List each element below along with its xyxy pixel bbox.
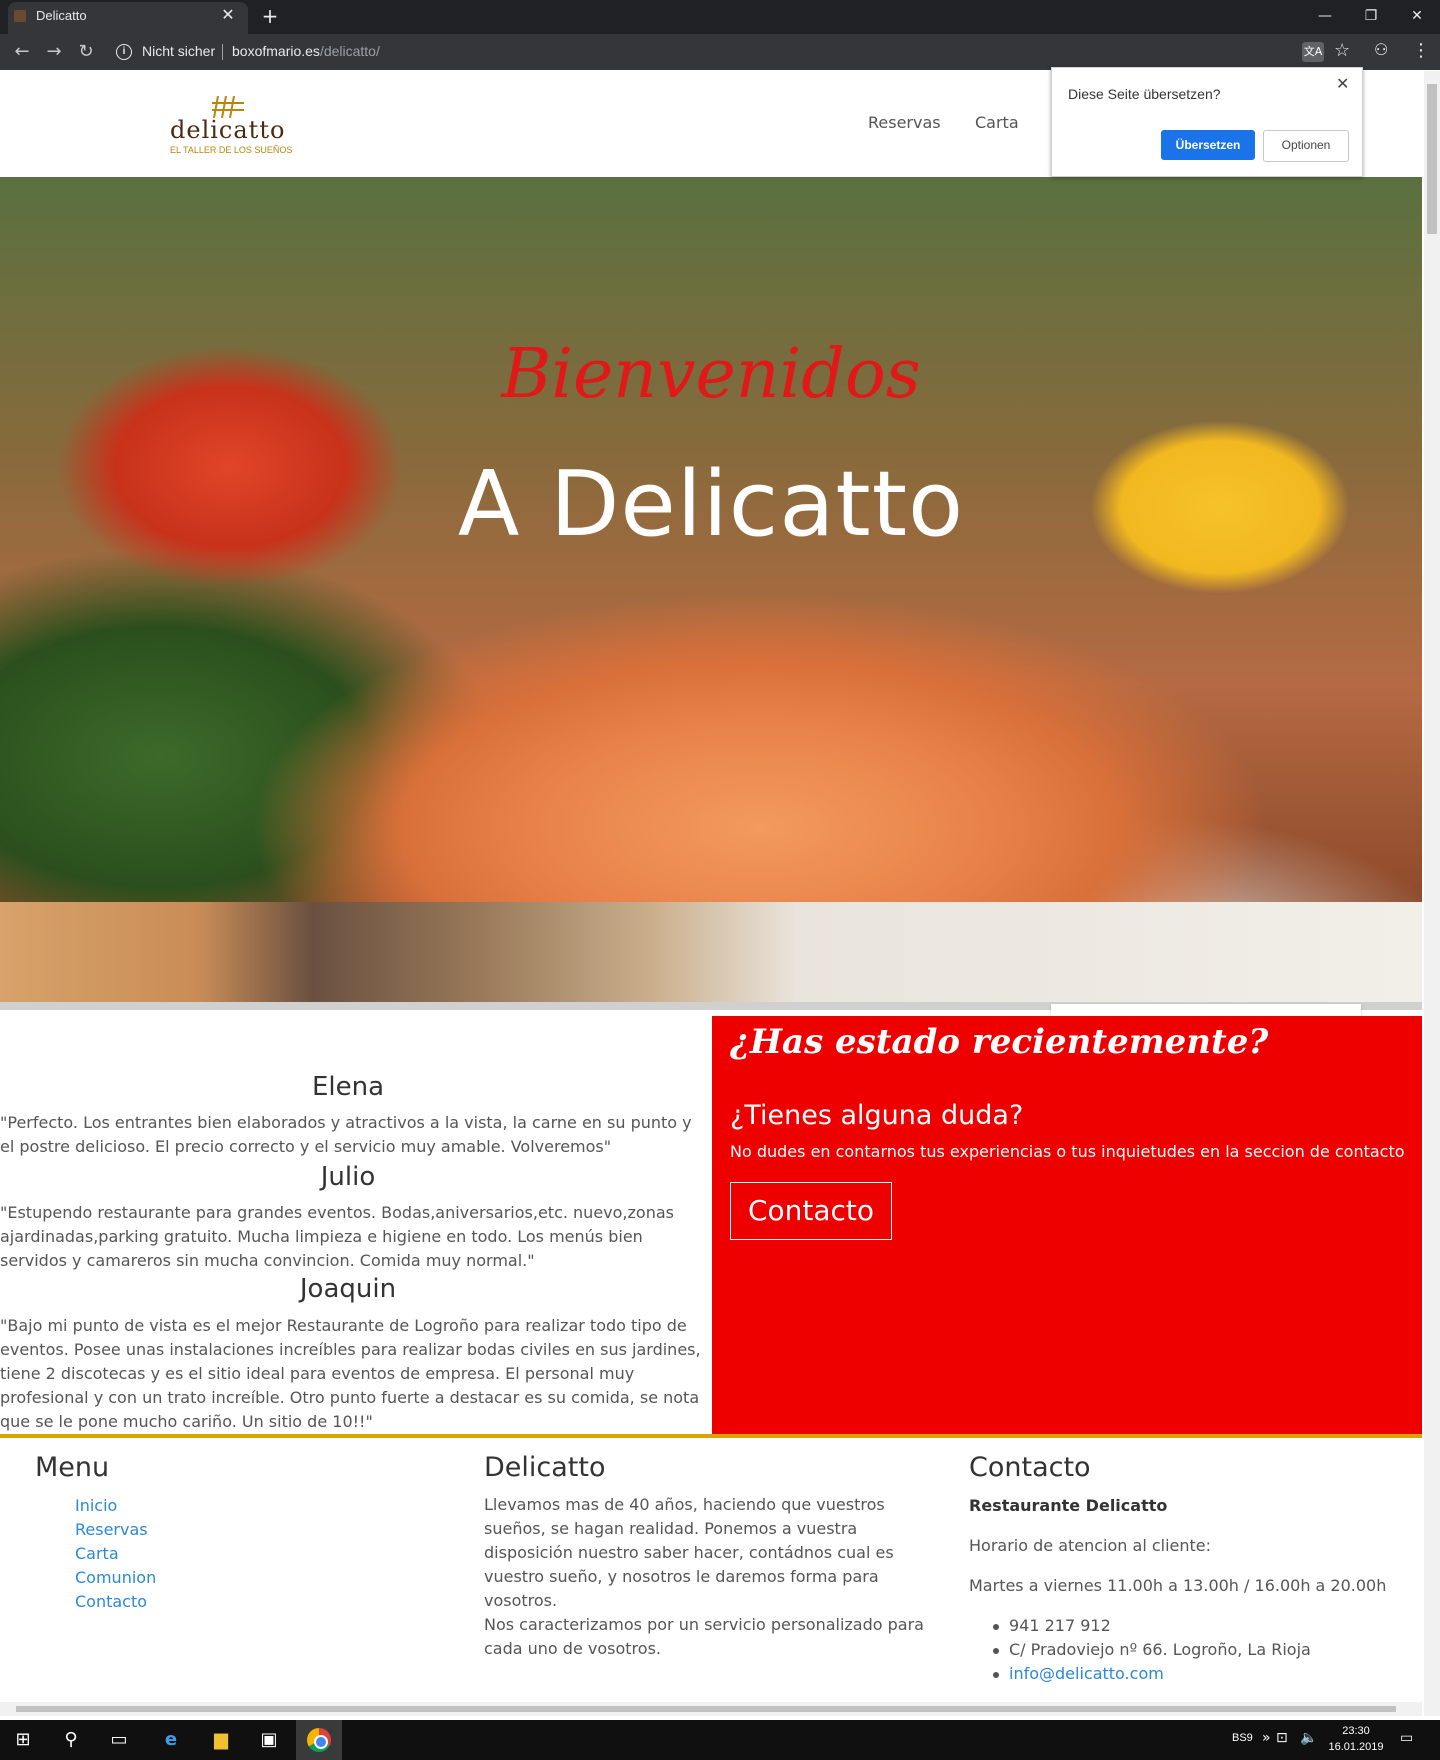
translate-prompt: Diese Seite übersetzen? [1068,86,1221,102]
clock-time: 23:30 [1342,1725,1370,1737]
restore-button[interactable]: ❐ [1348,4,1394,28]
volume-muted-icon[interactable]: 🔈 [1300,1730,1317,1746]
bullet-icon [993,1624,999,1630]
network-icon[interactable]: ⊡ [1276,1730,1288,1746]
contact-button[interactable]: Contacto [730,1182,892,1240]
nav-reservas[interactable]: Reservas [868,113,941,132]
footer-contact-heading: Contacto [969,1452,1091,1483]
extension-icon[interactable]: ⚇ [1374,40,1388,59]
bookmark-star-icon[interactable]: ☆ [1334,40,1350,61]
nav-carta[interactable]: Carta [975,113,1019,132]
footer-link-comunion[interactable]: Comunion [75,1568,156,1587]
tab-close-icon[interactable]: ✕ [218,5,238,25]
review-author: Joaquin [299,1274,397,1304]
minimize-button[interactable]: — [1302,4,1348,28]
footer-divider [0,1434,1422,1438]
cta-text: No dudes en contarnos tus experiencias o… [730,1142,1405,1161]
about-paragraph: Llevamos mas de 40 años, haciendo que vu… [484,1495,894,1610]
about-paragraph: Nos caracterizamos por un servicio perso… [484,1615,924,1658]
bullet-icon [993,1648,999,1654]
clock[interactable]: 23:30 16.01.2019 [1326,1723,1386,1755]
windows-start-icon[interactable]: ⊞ [0,1720,46,1760]
url-divider [222,44,223,60]
task-view-icon[interactable]: ▭ [96,1720,142,1760]
footer-link-carta[interactable]: Carta [75,1544,119,1563]
cta-question: ¿Tienes alguna duda? [730,1100,1024,1131]
hero-greeting: Bienvenidos [501,335,921,414]
new-tab-button[interactable]: + [258,4,282,28]
internet-explorer-icon[interactable]: e [148,1720,194,1760]
back-icon[interactable]: ← [8,38,36,66]
footer-link-reservas[interactable]: Reservas [75,1520,148,1539]
notifications-icon[interactable]: ▭ [1400,1730,1413,1746]
vertical-scrollbar[interactable] [1424,71,1440,1716]
info-icon[interactable]: i [116,44,132,60]
bullet-icon [993,1672,999,1678]
review-author: Julio [320,1162,376,1192]
address-bar[interactable]: boxofmario.es/delicatto/ [232,43,380,59]
logo-wordmark[interactable]: delicatto [170,116,285,144]
file-explorer-icon[interactable]: ▆ [198,1720,244,1760]
horizontal-scrollbar-thumb[interactable] [16,1706,1396,1712]
hero-title: A Delicatto [457,452,965,557]
review-text: "Perfecto. Los entrantes bien elaborados… [0,1113,692,1156]
restaurant-name: Restaurante Delicatto [969,1496,1168,1515]
phone-number: 941 217 912 [1009,1616,1111,1635]
footer-about: Llevamos mas de 40 años, haciendo que vu… [484,1493,924,1661]
review-author: Elena [311,1072,385,1102]
url-host: boxofmario.es [232,43,320,59]
footer-about-heading: Delicatto [484,1452,606,1483]
security-label[interactable]: Nicht sicher [142,43,215,59]
translate-button[interactable]: Übersetzen [1161,130,1255,160]
search-icon[interactable]: ⚲ [48,1720,94,1760]
forward-icon[interactable]: → [40,38,68,66]
cta-title: ¿Has estado recientemente? [730,1022,1269,1062]
chrome-icon-center [314,1735,328,1749]
tab-title: Delicatto [36,8,87,23]
favicon-icon [14,10,26,22]
popup-close-icon[interactable]: ✕ [1336,74,1349,93]
browser-toolbar [0,34,1440,70]
footer-link-inicio[interactable]: Inicio [75,1496,117,1515]
review-text: "Bajo mi punto de vista es el mejor Rest… [0,1316,701,1431]
options-button[interactable]: Optionen [1263,130,1349,162]
opening-hours: Martes a viernes 11.00h a 13.00h / 16.00… [969,1576,1387,1595]
hours-label: Horario de atencion al cliente: [969,1536,1212,1555]
input-language[interactable]: BS9 [1232,1732,1253,1744]
address: C/ Pradoviejo nº 66. Logroño, La Rioja [1009,1640,1311,1659]
review-text: "Estupendo restaurante para grandes even… [0,1203,674,1270]
footer-link-contacto[interactable]: Contacto [75,1592,147,1611]
translate-icon[interactable]: 文A [1302,42,1324,62]
url-path: /delicatto/ [319,43,380,59]
terminal-icon[interactable]: ▣ [246,1720,292,1760]
tray-overflow-icon[interactable]: » [1262,1730,1271,1746]
footer-menu-heading: Menu [35,1452,110,1483]
browser-menu-icon[interactable]: ⋮ [1412,40,1430,61]
logo-tagline: EL TALLER DE LOS SUEÑOS [170,145,293,155]
close-window-button[interactable]: ✕ [1394,4,1440,28]
vertical-scrollbar-thumb[interactable] [1427,84,1437,234]
email-link[interactable]: info@delicatto.com [1009,1664,1164,1683]
reload-icon[interactable]: ↻ [72,38,100,66]
clock-date: 16.01.2019 [1328,1741,1384,1753]
ingredients-strip-image [0,902,1422,1004]
